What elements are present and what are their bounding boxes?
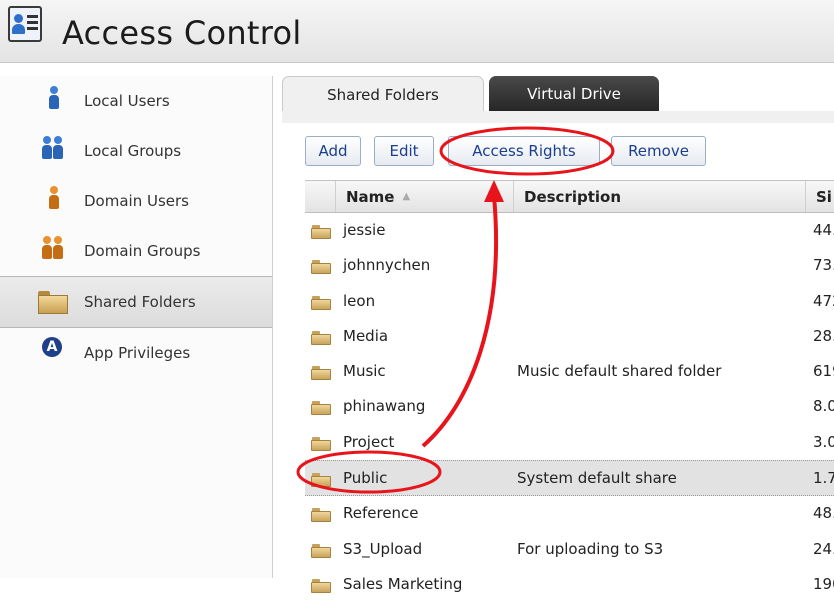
cell-size: 8.0	[813, 397, 834, 416]
table-row[interactable]: S3_Upload For uploading to S3 24.	[305, 532, 834, 567]
sidebar-item-shared-folders[interactable]: Shared Folders	[0, 276, 272, 328]
table-body: jessie 44. johnnychen 73. leon 472 Media 28. Mus…	[305, 213, 834, 602]
cell-name: Reference	[343, 504, 419, 523]
cell-name: Sales Marketing	[343, 574, 463, 593]
table-row[interactable]: leon 472	[305, 284, 834, 319]
header-name[interactable]: Name ▲	[335, 181, 513, 212]
folder-icon	[311, 295, 331, 310]
folder-icon	[38, 291, 68, 319]
header-size[interactable]: Si	[805, 181, 834, 212]
cell-size: 73.	[813, 256, 834, 275]
title-bar: Access Control	[0, 0, 834, 63]
cell-name: S3_Upload	[343, 539, 423, 558]
folder-icon	[311, 578, 331, 593]
domain-group-icon	[40, 236, 70, 266]
folder-icon	[311, 436, 331, 451]
header-description[interactable]: Description	[513, 181, 805, 212]
table-row[interactable]: Sales Marketing 190	[305, 567, 834, 602]
folder-icon	[311, 473, 331, 488]
folder-icon	[311, 330, 331, 345]
app-privileges-icon: A	[40, 337, 70, 368]
table-row[interactable]: Reference 48.	[305, 496, 834, 532]
cell-name: Project	[343, 432, 395, 451]
access-control-icon	[8, 6, 42, 42]
cell-size: 619	[813, 362, 834, 381]
shared-folders-table: Name ▲ Description Si jessie 44. johnnyche…	[305, 180, 834, 602]
cell-size: 472	[813, 291, 834, 310]
domain-user-icon	[40, 186, 70, 216]
cell-description: For uploading to S3	[517, 539, 664, 558]
folder-icon	[311, 260, 331, 275]
table-row[interactable]: phinawang 8.0	[305, 389, 834, 425]
user-icon	[40, 86, 70, 116]
cell-name: phinawang	[343, 397, 426, 416]
sidebar: Local Users Local Groups Domain Users Do…	[0, 76, 273, 578]
sidebar-item-domain-users[interactable]: Domain Users	[0, 176, 272, 226]
cell-size: 190	[813, 574, 834, 593]
folder-icon	[311, 401, 331, 416]
table-header: Name ▲ Description Si	[305, 180, 834, 213]
sidebar-item-local-users[interactable]: Local Users	[0, 76, 272, 126]
cell-name: leon	[343, 291, 376, 310]
table-row[interactable]: Media 28.	[305, 319, 834, 355]
access-rights-button[interactable]: Access Rights	[448, 136, 600, 166]
folder-icon	[311, 543, 331, 558]
table-row[interactable]: Music Music default shared folder 619	[305, 354, 834, 390]
table-row[interactable]: johnnychen 73.	[305, 248, 834, 284]
table-row[interactable]: jessie 44.	[305, 213, 834, 249]
tab-virtual-drive[interactable]: Virtual Drive	[489, 76, 659, 112]
table-row[interactable]: Public System default share 1.7	[305, 460, 834, 497]
cell-name: Media	[343, 326, 389, 345]
cell-size: 48.	[813, 504, 834, 523]
remove-button[interactable]: Remove	[611, 136, 706, 166]
cell-size: 3.0	[813, 432, 834, 451]
edit-button[interactable]: Edit	[374, 136, 434, 166]
sidebar-item-domain-groups[interactable]: Domain Groups	[0, 226, 272, 276]
tab-shared-folders[interactable]: Shared Folders	[282, 76, 484, 112]
sort-ascending-icon: ▲	[402, 191, 411, 202]
page-title: Access Control	[62, 14, 302, 52]
tab-panel-header	[282, 111, 834, 123]
table-row[interactable]: Project 3.0	[305, 425, 834, 461]
cell-size: 1.7	[813, 469, 834, 488]
cell-name: Music	[343, 362, 386, 381]
sidebar-item-local-groups[interactable]: Local Groups	[0, 126, 272, 176]
cell-name: jessie	[343, 221, 386, 239]
cell-size: 44.	[813, 221, 834, 239]
cell-name: Public	[343, 469, 388, 488]
folder-icon	[311, 508, 331, 523]
folder-icon	[311, 366, 331, 381]
group-icon	[40, 136, 70, 166]
cell-size: 28.	[813, 326, 834, 345]
cell-description: System default share	[517, 469, 677, 488]
header-icon-column	[305, 181, 335, 212]
cell-size: 24.	[813, 539, 834, 558]
add-button[interactable]: Add	[305, 136, 361, 166]
cell-description: Music default shared folder	[517, 362, 722, 381]
sidebar-item-app-privileges[interactable]: A App Privileges	[0, 328, 272, 378]
folder-icon	[311, 225, 331, 239]
cell-name: johnnychen	[343, 256, 431, 275]
